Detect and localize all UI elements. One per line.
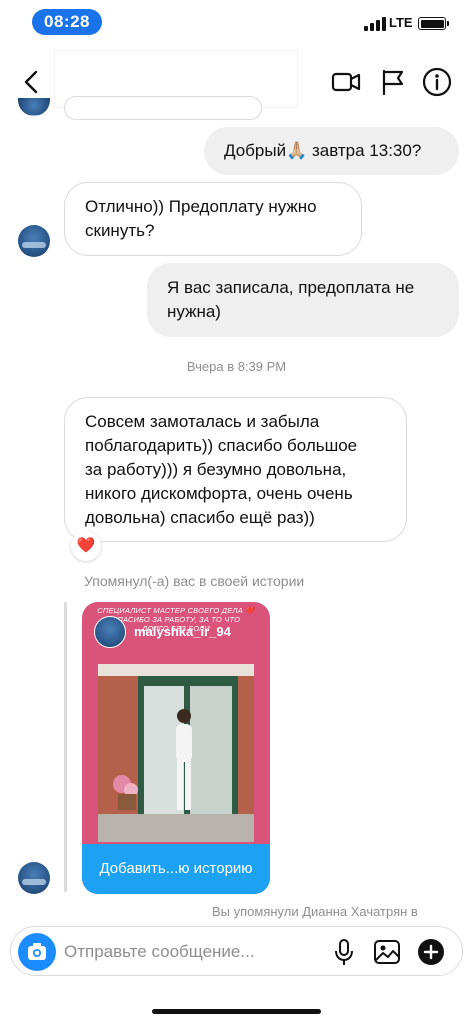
storefront-photo-image bbox=[98, 664, 254, 842]
camera-icon bbox=[28, 943, 46, 960]
gallery-button[interactable] bbox=[372, 937, 402, 967]
incoming-message[interactable]: Отлично)) Предоплату нужно скинуть? bbox=[64, 182, 362, 256]
message-line: за работу))) я безумно довольна, bbox=[85, 460, 347, 479]
message-line: поблагодарить)) спасибо большое bbox=[85, 436, 358, 455]
more-button[interactable] bbox=[416, 937, 446, 967]
outgoing-message[interactable]: Добрый🙏🏼 завтра 13:30? bbox=[204, 127, 459, 175]
incoming-message[interactable]: Совсем замоталась и забыла поблагодарить… bbox=[64, 397, 407, 542]
message-timestamp: Вчера в 8:39 PM bbox=[186, 359, 287, 374]
direct-chat-screen: 08:28 LTE Добрый🙏🏼 завтра 13:30? Отлично… bbox=[0, 0, 473, 1024]
message-composer bbox=[10, 926, 463, 976]
add-to-story-button[interactable]: Добавить...ю историю bbox=[82, 844, 270, 894]
message-line: никого дискомфорта, очень очень bbox=[85, 484, 353, 503]
story-photo bbox=[98, 664, 254, 842]
story-mention-label: Упомянул(-а) вас в своей истории bbox=[84, 573, 305, 589]
battery-icon bbox=[418, 17, 446, 30]
video-call-button[interactable] bbox=[330, 66, 362, 98]
outgoing-message[interactable]: Я вас записала, предоплата не нужна) bbox=[147, 263, 459, 337]
info-button[interactable] bbox=[421, 66, 453, 98]
message-text: Добрый🙏🏼 завтра 13:30? bbox=[224, 141, 422, 160]
message-line: нужна) bbox=[167, 302, 221, 321]
heart-icon: ❤️ bbox=[76, 537, 96, 554]
video-call-icon bbox=[331, 72, 361, 92]
chevron-left-icon bbox=[24, 70, 38, 94]
message-line: скинуть? bbox=[85, 221, 155, 240]
story-mention-card[interactable]: СПЕЦИАЛИСТ МАСТЕР СВОЕГО ДЕЛА ❤️ СПАСИБО… bbox=[82, 602, 270, 894]
add-icon bbox=[418, 939, 444, 965]
story-username: malyshka_ir_94 bbox=[134, 624, 231, 639]
status-bar: 08:28 LTE bbox=[0, 0, 473, 44]
message-line: довольна) спасибо ещё раз)) bbox=[85, 508, 315, 527]
cellular-signal-icon bbox=[364, 17, 386, 31]
message-line: Отлично)) Предоплату нужно bbox=[85, 197, 317, 216]
message-input[interactable] bbox=[64, 939, 314, 965]
network-type: LTE bbox=[389, 15, 413, 30]
heart-reaction[interactable]: ❤️ bbox=[71, 531, 101, 561]
mention-note-partial: Вы упомянули Дианна Хачатрян в bbox=[212, 904, 418, 919]
voice-message-button[interactable] bbox=[329, 937, 359, 967]
microphone-icon bbox=[335, 939, 353, 965]
contact-avatar[interactable] bbox=[18, 225, 50, 257]
story-author-avatar bbox=[94, 616, 126, 648]
reply-quote-line bbox=[64, 602, 67, 892]
story-caption-line: СПЕЦИАЛИСТ МАСТЕР СВОЕГО ДЕЛА ❤️ bbox=[97, 606, 255, 615]
contact-avatar[interactable] bbox=[18, 862, 50, 894]
message-line: Я вас записала, предоплата не bbox=[167, 278, 415, 297]
back-button[interactable] bbox=[18, 66, 46, 98]
previous-message-bubble-partial[interactable] bbox=[64, 96, 262, 120]
camera-button[interactable] bbox=[18, 933, 56, 971]
battery-tip bbox=[447, 21, 449, 26]
home-indicator[interactable] bbox=[152, 1009, 321, 1014]
status-time: 08:28 bbox=[32, 9, 102, 35]
gallery-icon bbox=[374, 940, 400, 964]
message-line: Совсем замоталась и забыла bbox=[85, 412, 320, 431]
report-button[interactable] bbox=[377, 66, 409, 98]
flag-icon bbox=[382, 69, 404, 96]
info-icon bbox=[422, 67, 452, 97]
